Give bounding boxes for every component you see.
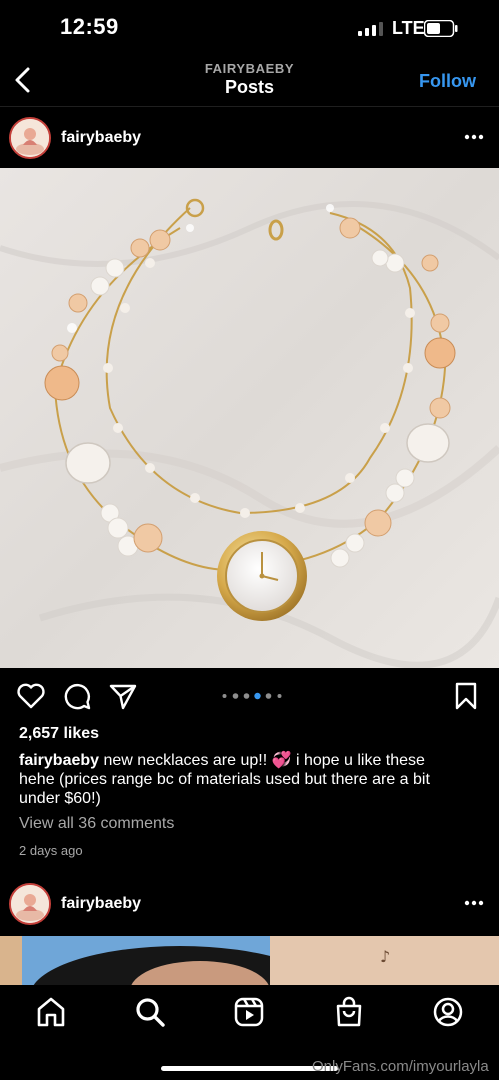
avatar[interactable]: [9, 117, 51, 159]
carousel-dot: [265, 693, 272, 699]
next-post-photo[interactable]: ♪: [0, 936, 499, 986]
heart-icon[interactable]: [16, 681, 46, 711]
carousel-dot: [232, 693, 239, 699]
profile-icon[interactable]: [432, 996, 464, 1028]
battery-icon: [424, 20, 458, 37]
carousel-dot: [222, 694, 227, 698]
svg-text:♪: ♪: [380, 947, 390, 966]
shop-icon[interactable]: [333, 996, 365, 1028]
more-options-icon[interactable]: [464, 134, 484, 140]
more-options-icon[interactable]: [464, 900, 484, 906]
post-photo[interactable]: [0, 168, 499, 668]
avatar-image: [11, 119, 49, 157]
like-count[interactable]: 2,657 likes: [19, 725, 99, 743]
avatar-image: [11, 885, 49, 923]
comment-icon[interactable]: [62, 681, 92, 711]
carousel-dot: [254, 692, 261, 700]
status-time: 12:59: [60, 14, 119, 39]
search-icon[interactable]: [134, 996, 166, 1028]
bookmark-icon[interactable]: [451, 681, 481, 711]
home-icon[interactable]: [35, 996, 67, 1028]
next-post-avatar[interactable]: [9, 883, 51, 925]
caption-username[interactable]: fairybaeby: [19, 752, 99, 769]
carousel-dot: [243, 693, 250, 699]
header-divider: [0, 106, 499, 107]
post-timestamp: 2 days ago: [19, 843, 83, 858]
share-icon[interactable]: [108, 681, 138, 711]
follow-button[interactable]: Follow: [419, 71, 476, 92]
carousel-dot: [277, 694, 282, 698]
next-post-username[interactable]: fairybaeby: [61, 895, 141, 913]
watermark: OnlyFans.com/imyourlayla: [312, 1058, 489, 1075]
network-label: LTE: [392, 18, 425, 38]
reels-icon[interactable]: [233, 996, 265, 1028]
signal-icon: [358, 22, 383, 36]
post-username[interactable]: fairybaeby: [61, 129, 141, 147]
view-comments-link[interactable]: View all 36 comments: [19, 815, 174, 833]
post-caption: fairybaeby new necklaces are up!! 💞 i ho…: [19, 751, 464, 808]
carousel-indicator: [222, 692, 282, 700]
